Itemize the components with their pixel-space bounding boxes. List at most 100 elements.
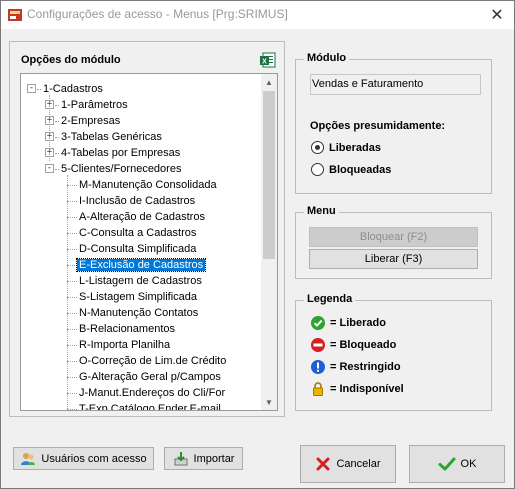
tree-node[interactable]: 5-Clientes/Fornecedores [59, 161, 183, 177]
tree-expander-icon[interactable]: - [45, 164, 54, 173]
tree-node-label: 5-Clientes/Fornecedores [61, 163, 182, 175]
radio-bloqueadas-button[interactable] [311, 163, 324, 176]
close-button[interactable]: ✕ [480, 1, 514, 29]
tree-node-label: I-Inclusão de Cadastros [79, 195, 196, 207]
cancel-x-icon [316, 457, 330, 471]
tree-node[interactable]: T-Exp.Catálogo Ender.E-mail [77, 401, 223, 410]
tree-node[interactable]: 1-Parâmetros [59, 97, 130, 113]
dialog-window: Configurações de acesso - Menus [Prg:SRI… [0, 0, 515, 489]
module-tree[interactable]: -1-Cadastros +1-Parâmetros +2-Empresas +3-T… [20, 73, 278, 411]
importar-button[interactable]: Importar [164, 447, 243, 470]
menu-group: Menu Bloquear (F2) Liberar (F3) [295, 205, 492, 279]
tree-node-label: 3-Tabelas Genéricas [61, 131, 162, 143]
tree-connector [67, 233, 77, 234]
tree-node[interactable]: C-Consulta a Cadastros [77, 225, 198, 241]
tree-node[interactable]: G-Alteração Geral p/Campos [77, 369, 223, 385]
tree-node[interactable]: R-Importa Planilha [77, 337, 172, 353]
tree-node[interactable]: I-Inclusão de Cadastros [77, 193, 197, 209]
tree-node[interactable]: S-Listagem Simplificada [77, 289, 199, 305]
tree-node-label: O-Correção de Lim.de Crédito [79, 355, 227, 367]
tree-connector [67, 393, 77, 394]
menu-group-title: Menu [304, 205, 339, 217]
legend-indisponivel-label: = Indisponível [330, 383, 404, 395]
close-icon: ✕ [490, 7, 504, 24]
bloquear-button[interactable]: Bloquear (F2) [309, 227, 478, 247]
tree-connector [67, 377, 77, 378]
checkmark-icon [438, 457, 456, 471]
tree-node[interactable]: 4-Tabelas por Empresas [59, 145, 182, 161]
tree-node-label: S-Listagem Simplificada [79, 291, 197, 303]
tree-node-label: G-Alteração Geral p/Campos [79, 371, 221, 383]
tree-node-label: 2-Empresas [61, 115, 121, 127]
tree-connector [67, 345, 77, 346]
exclamation-icon [311, 360, 325, 374]
lock-icon [313, 382, 323, 396]
modulo-group-title: Módulo [304, 52, 350, 64]
tree-node[interactable]: O-Correção de Lim.de Crédito [77, 353, 228, 369]
tree-connector [67, 313, 77, 314]
tree-connector [67, 217, 77, 218]
tree-node[interactable]: M-Manutenção Consolidada [77, 177, 219, 193]
tree-node[interactable]: L-Listagem de Cadastros [77, 273, 204, 289]
title-bar: Configurações de acesso - Menus [Prg:SRI… [1, 1, 514, 29]
check-icon [311, 316, 325, 330]
tree-connector [67, 297, 77, 298]
scroll-down-arrow-icon[interactable]: ▼ [261, 394, 277, 410]
tree-connector [67, 409, 77, 410]
legenda-group-title: Legenda [304, 293, 356, 305]
tree-node-label: 1-Parâmetros [61, 99, 128, 111]
radio-liberadas-label: Liberadas [329, 141, 381, 154]
options-heading: Opções presumidamente: [310, 120, 446, 132]
tree-node-label: N-Manutenção Contatos [79, 307, 199, 319]
tree-node-label: B-Relacionamentos [79, 323, 175, 335]
cancel-button[interactable]: Cancelar [300, 445, 396, 483]
ok-button[interactable]: OK [409, 445, 505, 483]
tree-node-label: 1-Cadastros [43, 83, 103, 95]
tree-node[interactable]: D-Consulta Simplificada [77, 241, 198, 257]
tree-node[interactable]: A-Alteração de Cadastros [77, 209, 207, 225]
tree-connector [67, 361, 77, 362]
modulo-field: Vendas e Faturamento [310, 74, 481, 95]
ok-label: OK [460, 458, 477, 470]
tree-node[interactable]: 1-Cadastros [41, 81, 105, 97]
legend-liberado: = Liberado [310, 315, 386, 331]
tree-node[interactable]: N-Manutenção Contatos [77, 305, 200, 321]
tree-node-label: M-Manutenção Consolidada [79, 179, 217, 191]
usuarios-label: Usuários com acesso [41, 452, 147, 465]
tree-node[interactable]: E-Exclusão de Cadastros [75, 257, 207, 273]
tree-expander-icon[interactable]: - [27, 84, 36, 93]
tree-connector [67, 249, 77, 250]
tree-node-label: A-Alteração de Cadastros [79, 211, 205, 223]
tree-connector [67, 175, 68, 410]
tree-node-label: L-Listagem de Cadastros [79, 275, 202, 287]
tree-scrollbar[interactable]: ▲ ▼ [261, 74, 277, 410]
tree-node-label: J-Manut.Endereços do Cli/For [79, 387, 226, 399]
legend-indisponivel: = Indisponível [310, 381, 404, 397]
tree-node-label: C-Consulta a Cadastros [79, 227, 197, 239]
tree-node-label: D-Consulta Simplificada [79, 243, 197, 255]
tree-connector [67, 281, 77, 282]
tree-node[interactable]: 3-Tabelas Genéricas [59, 129, 164, 145]
usuarios-com-acesso-button[interactable]: Usuários com acesso [13, 447, 154, 470]
legend-bloqueado: = Bloqueado [310, 337, 396, 353]
tree-connector [67, 201, 77, 202]
tree-node-label: T-Exp.Catálogo Ender.E-mail [79, 403, 221, 410]
legenda-group: Legenda = Liberado = Bloqueado = Restrin… [295, 293, 492, 411]
tree-node[interactable]: 2-Empresas [59, 113, 122, 129]
excel-export-icon[interactable]: X [260, 52, 276, 68]
scroll-up-arrow-icon[interactable]: ▲ [261, 74, 277, 90]
import-icon [174, 451, 188, 465]
tree-node[interactable]: J-Manut.Endereços do Cli/For [77, 385, 227, 401]
radio-liberadas-button[interactable] [311, 141, 324, 154]
importar-label: Importar [193, 452, 235, 465]
liberar-button[interactable]: Liberar (F3) [309, 249, 478, 269]
modulo-group: Módulo Vendas e Faturamento Opções presu… [295, 52, 492, 194]
legend-liberado-label: = Liberado [330, 317, 386, 329]
tree-node[interactable]: B-Relacionamentos [77, 321, 177, 337]
scroll-thumb[interactable] [263, 91, 275, 259]
tree-connector [67, 265, 77, 266]
blocked-icon [311, 338, 325, 352]
tree-node-label: 4-Tabelas por Empresas [61, 147, 181, 159]
radio-liberadas[interactable]: Liberadas [311, 141, 381, 154]
radio-bloqueadas[interactable]: Bloqueadas [311, 163, 391, 176]
